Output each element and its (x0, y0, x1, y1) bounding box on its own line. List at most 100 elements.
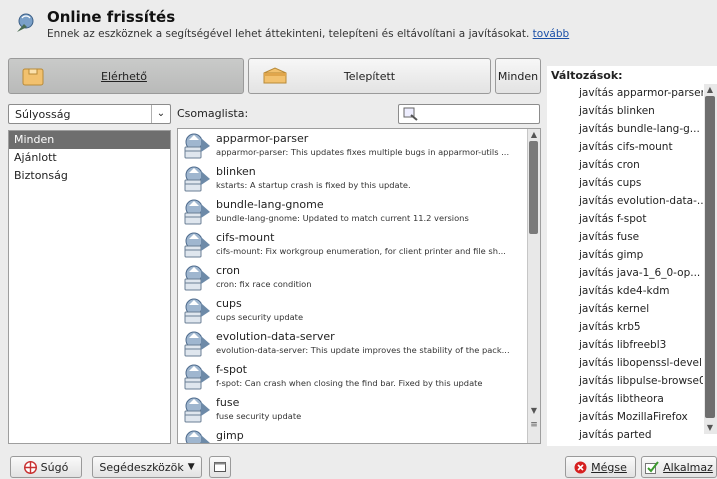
change-item: javítás blinken (579, 105, 655, 117)
filter-item-recommended[interactable]: Ajánlott (9, 149, 170, 167)
change-item: javítás kde4-kdm (579, 285, 670, 297)
update-package-icon (181, 363, 213, 391)
filter-list[interactable]: Minden Ajánlott Biztonság (8, 130, 171, 444)
page-subtitle: Ennek az eszköznek a segítségével lehet … (47, 28, 569, 40)
chevron-down-icon: ▼ (187, 462, 195, 472)
scrollbar-thumb[interactable] (705, 96, 715, 418)
subtitle-text: Ennek az eszköznek a segítségével lehet … (47, 28, 530, 40)
package-list-scrollbar[interactable]: ▲ ▼ ≡ (527, 129, 540, 443)
check-icon (645, 460, 659, 474)
change-item: javítás krb5 (579, 321, 641, 333)
change-item: javítás java-1_6_0-op... (579, 267, 701, 279)
scroll-up-icon[interactable]: ▲ (528, 129, 540, 140)
package-box-icon (22, 68, 44, 86)
change-item: javítás libpulse-browse0 (579, 375, 703, 387)
filter-item-security[interactable]: Biztonság (9, 167, 170, 185)
change-item: javítás libtheora (579, 393, 664, 405)
changes-title: Változások: (551, 69, 623, 82)
cancel-button[interactable]: Mégse (565, 456, 636, 478)
package-description: cifs-mount: Fix workgroup enumeration, f… (216, 246, 506, 256)
scrollbar-thumb[interactable] (529, 141, 538, 234)
terminal-icon (214, 462, 226, 472)
apply-button[interactable]: Alkalmaz (641, 456, 717, 478)
help-button[interactable]: Súgó (10, 456, 82, 478)
tab-available[interactable]: Elérhető (8, 58, 244, 94)
package-name: gimp (216, 429, 244, 442)
tools-label: Segédeszközök (99, 460, 184, 474)
update-package-icon (181, 396, 213, 424)
package-name: f-spot (216, 363, 247, 376)
update-package-icon (181, 198, 213, 226)
cancel-label: Mégse (591, 460, 627, 474)
change-item: javítás f-spot (579, 213, 647, 225)
tab-installed[interactable]: Telepített (248, 58, 491, 94)
tab-installed-label: Telepített (343, 69, 396, 83)
change-item: javítás fuse (579, 231, 640, 243)
package-name: cups (216, 297, 242, 310)
package-row[interactable]: cifs-mount cifs-mount: Fix workgroup enum… (178, 228, 540, 261)
change-item: javítás kernel (579, 303, 650, 315)
package-name: apparmor-parser (216, 132, 309, 145)
tab-all[interactable]: Minden (495, 58, 541, 94)
filter-item-all[interactable]: Minden (9, 131, 170, 149)
changes-list: javítás apparmor-parser javítás blinken ja… (547, 84, 703, 444)
change-item: javítás libopenssl-devel (579, 357, 702, 369)
package-description: kstarts: A startup crash is fixed by thi… (216, 180, 411, 190)
change-item: javítás libfreebl3 (579, 339, 667, 351)
tab-all-label: Minden (497, 69, 539, 83)
cancel-icon (574, 461, 587, 473)
change-item: javítás cifs-mount (579, 141, 673, 153)
change-item: javítás parted (579, 429, 652, 441)
package-name: fuse (216, 396, 240, 409)
changes-scrollbar[interactable]: ▲ ▼ (704, 84, 717, 434)
change-item: javítás MozillaFirefox (579, 411, 688, 423)
package-description: apparmor-parser: This updates fixes mult… (216, 147, 510, 157)
package-row[interactable]: gimp (178, 426, 540, 443)
package-description: cron: fix race condition (216, 279, 312, 289)
scroll-menu-icon[interactable]: ≡ (528, 420, 540, 431)
scroll-down-icon[interactable]: ▼ (528, 405, 540, 416)
update-package-icon (181, 297, 213, 325)
more-link[interactable]: tovább (533, 28, 570, 40)
package-list-label: Csomaglista: (177, 107, 249, 120)
severity-combo-value: Súlyosság (15, 108, 71, 121)
chevron-down-icon[interactable]: ⌄ (151, 105, 170, 123)
scroll-down-icon[interactable]: ▼ (704, 422, 716, 433)
update-package-icon (181, 264, 213, 292)
package-description: cups security update (216, 312, 304, 322)
package-row[interactable]: cups cups security update (178, 294, 540, 327)
scroll-up-icon[interactable]: ▲ (704, 84, 716, 95)
search-input[interactable] (398, 104, 540, 124)
update-package-icon (181, 165, 213, 193)
package-row[interactable]: blinken kstarts: A startup crash is fixed… (178, 162, 540, 195)
package-description: f-spot: Can crash when closing the find … (216, 378, 483, 388)
change-item: javítás apparmor-parser (579, 87, 703, 99)
change-item: javítás gimp (579, 249, 644, 261)
search-icon (403, 107, 418, 121)
package-row[interactable]: cron cron: fix race condition (178, 261, 540, 294)
package-name: evolution-data-server (216, 330, 335, 343)
help-label: Súgó (40, 460, 69, 474)
package-list[interactable]: apparmor-parser apparmor-parser: This upd… (177, 128, 541, 444)
change-item: javítás cron (579, 159, 640, 171)
package-row[interactable]: fuse fuse security update (178, 393, 540, 426)
package-row[interactable]: apparmor-parser apparmor-parser: This upd… (178, 129, 540, 162)
change-item: javítás cups (579, 177, 642, 189)
package-name: blinken (216, 165, 256, 178)
package-row[interactable]: bundle-lang-gnome bundle-lang-gnome: Upda… (178, 195, 540, 228)
package-row[interactable]: evolution-data-server evolution-data-serv… (178, 327, 540, 360)
package-row[interactable]: f-spot f-spot: Can crash when closing the… (178, 360, 540, 393)
package-name: cron (216, 264, 241, 277)
change-item: javítás bundle-lang-g... (579, 123, 700, 135)
update-package-icon (181, 330, 213, 358)
help-icon (23, 460, 37, 474)
package-name: cifs-mount (216, 231, 275, 244)
update-package-icon (181, 429, 213, 443)
severity-combo[interactable]: Súlyosság ⌄ (8, 104, 171, 124)
show-details-button[interactable] (209, 456, 231, 478)
package-description: bundle-lang-gnome: Updated to match curr… (216, 213, 469, 223)
tab-available-label: Elérhető (101, 69, 147, 83)
package-description: evolution-data-server: This update impro… (216, 345, 510, 355)
tools-menu-button[interactable]: Segédeszközök ▼ (92, 456, 202, 478)
package-description: fuse security update (216, 411, 302, 421)
